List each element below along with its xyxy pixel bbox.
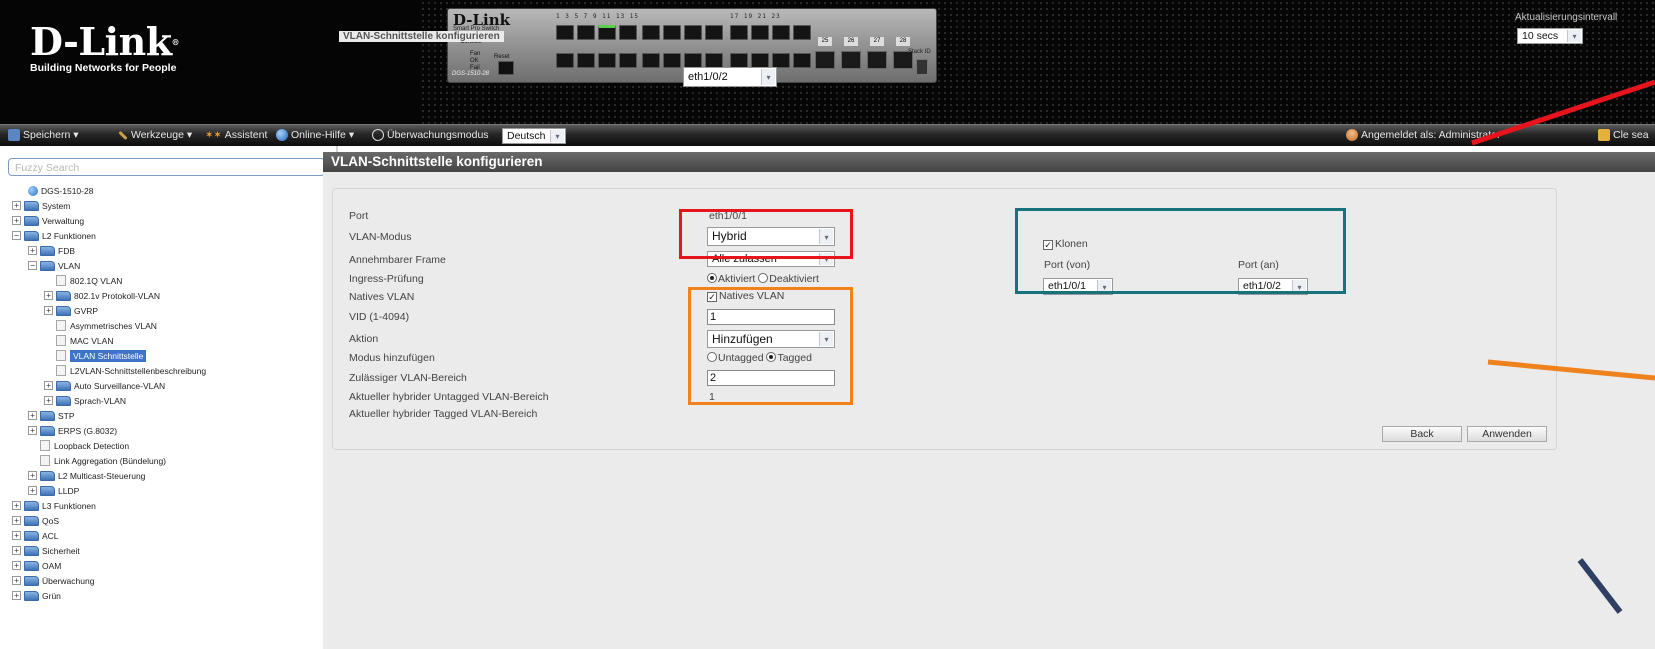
- red-annotation-line: [1471, 79, 1655, 146]
- navy-annotation-line: [1577, 558, 1623, 614]
- orange-annotation-line: [1487, 359, 1655, 381]
- annotation-arrows: [1471, 79, 1655, 614]
